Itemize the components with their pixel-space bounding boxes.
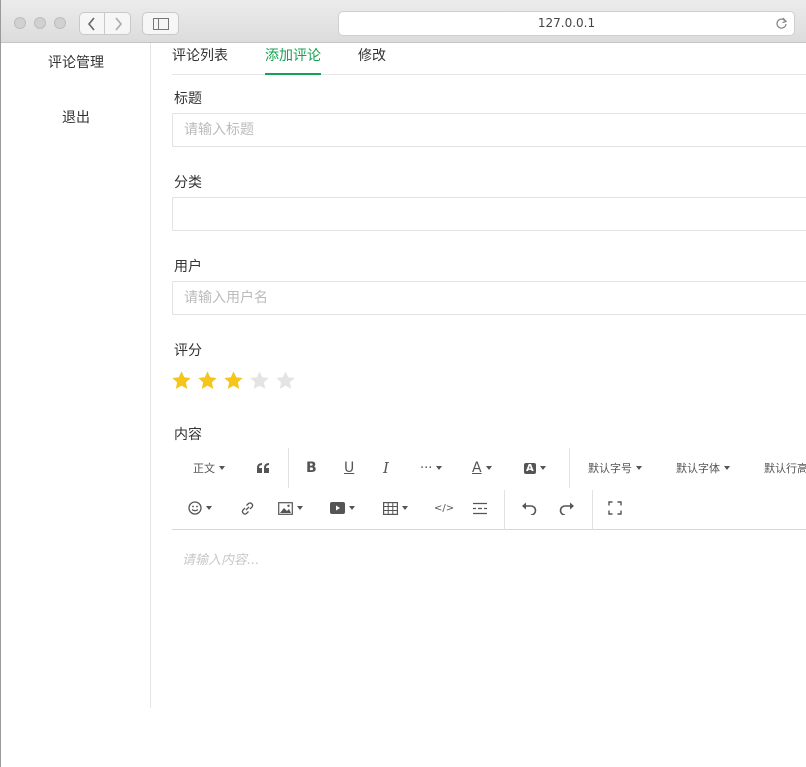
background-color-icon: A	[524, 462, 536, 474]
background-color-dropdown[interactable]: A	[524, 458, 546, 478]
bold-button[interactable]: B	[306, 458, 317, 478]
caret-down-icon	[636, 466, 642, 470]
more-icon: ···	[420, 460, 433, 476]
user-label: 用户	[174, 259, 202, 275]
star-filled-icon[interactable]	[223, 370, 244, 391]
address-bar[interactable]: 127.0.0.1	[338, 11, 795, 36]
rating-label: 评分	[174, 343, 202, 359]
category-select[interactable]	[172, 197, 806, 231]
video-icon	[330, 502, 345, 514]
zoom-window-button[interactable]	[54, 17, 66, 29]
content-label: 内容	[174, 427, 202, 443]
font-size-label: 默认字号	[588, 462, 632, 475]
font-family-dropdown[interactable]: 默认字体	[676, 458, 730, 478]
star-filled-icon[interactable]	[171, 370, 192, 391]
tab-add-comment[interactable]: 添加评论	[265, 45, 321, 75]
forward-button[interactable]	[105, 12, 131, 35]
link-icon	[241, 501, 254, 515]
line-height-label: 默认行高	[764, 462, 806, 475]
image-icon	[278, 501, 293, 515]
font-size-dropdown[interactable]: 默认字号	[588, 458, 642, 478]
font-color-icon: A	[472, 460, 482, 476]
emoji-icon	[188, 501, 202, 515]
link-button[interactable]	[240, 498, 255, 518]
caret-down-icon	[539, 466, 546, 470]
bold-icon: B	[306, 460, 317, 476]
code-icon: </>	[434, 502, 455, 514]
user-input[interactable]: 请输入用户名	[172, 281, 806, 315]
caret-down-icon	[724, 466, 730, 470]
quote-icon	[257, 463, 269, 473]
divider-button[interactable]	[472, 498, 488, 518]
minimize-window-button[interactable]	[34, 17, 46, 29]
caret-down-icon	[297, 506, 303, 510]
back-button[interactable]	[79, 12, 105, 35]
video-dropdown[interactable]	[330, 498, 355, 518]
browser-window: 127.0.0.1 评论管理 退出 评论列表 添加评论 修改 标题 请输入标题 …	[0, 0, 806, 767]
editor-toolbar: 正文 B U I ··· A A 默认字号 默认字体 默认行高 </>	[172, 448, 806, 530]
emoji-dropdown[interactable]	[188, 498, 212, 518]
title-label: 标题	[174, 91, 202, 107]
user-input-placeholder: 请输入用户名	[184, 290, 268, 306]
caret-down-icon	[436, 466, 443, 470]
title-input-placeholder: 请输入标题	[184, 122, 254, 138]
caret-down-icon	[206, 506, 212, 510]
caret-down-icon	[219, 466, 225, 470]
reload-icon[interactable]	[775, 17, 788, 30]
paragraph-label: 正文	[193, 462, 215, 475]
underline-button[interactable]: U	[344, 458, 354, 478]
line-height-dropdown[interactable]: 默认行高	[764, 458, 806, 478]
more-dropdown[interactable]: ···	[420, 458, 443, 478]
table-icon	[383, 501, 398, 515]
paragraph-dropdown[interactable]: 正文	[193, 458, 225, 478]
italic-button[interactable]: I	[383, 458, 389, 478]
rating-stars[interactable]	[171, 370, 296, 391]
quote-button[interactable]	[256, 458, 270, 478]
caret-down-icon	[349, 506, 355, 510]
url-text: 127.0.0.1	[537, 16, 596, 30]
redo-button[interactable]	[559, 498, 575, 518]
font-family-label: 默认字体	[676, 462, 720, 475]
title-input[interactable]: 请输入标题	[172, 113, 806, 147]
caret-down-icon	[402, 506, 408, 510]
fullscreen-button[interactable]	[608, 498, 622, 518]
star-filled-icon[interactable]	[197, 370, 218, 391]
tab-comment-list[interactable]: 评论列表	[172, 45, 228, 75]
star-empty-icon[interactable]	[275, 370, 296, 391]
code-button[interactable]: </>	[434, 498, 454, 518]
image-dropdown[interactable]	[278, 498, 303, 518]
chevron-left-icon	[87, 16, 95, 31]
underline-icon: U	[344, 460, 355, 476]
tab-bar: 评论列表 添加评论 修改	[172, 43, 806, 75]
redo-icon	[559, 502, 574, 515]
sidebar-toggle-button[interactable]	[142, 12, 179, 35]
category-label: 分类	[174, 175, 202, 191]
chevron-right-icon	[114, 16, 122, 31]
undo-button[interactable]	[521, 498, 537, 518]
sidebar: 评论管理 退出	[1, 43, 151, 708]
content-editor[interactable]	[172, 531, 806, 708]
sidebar-item-comment-management[interactable]: 评论管理	[1, 52, 151, 72]
fullscreen-icon	[608, 501, 622, 515]
undo-icon	[522, 502, 537, 515]
caret-down-icon	[485, 466, 492, 470]
divider-icon	[473, 502, 487, 514]
star-empty-icon[interactable]	[249, 370, 270, 391]
tab-edit[interactable]: 修改	[358, 45, 386, 75]
font-color-dropdown[interactable]: A	[472, 458, 492, 478]
italic-icon: I	[383, 459, 389, 477]
sidebar-icon	[152, 17, 169, 30]
table-dropdown[interactable]	[383, 498, 408, 518]
sidebar-item-logout[interactable]: 退出	[1, 107, 151, 127]
browser-titlebar: 127.0.0.1	[1, 0, 806, 43]
close-window-button[interactable]	[14, 17, 26, 29]
